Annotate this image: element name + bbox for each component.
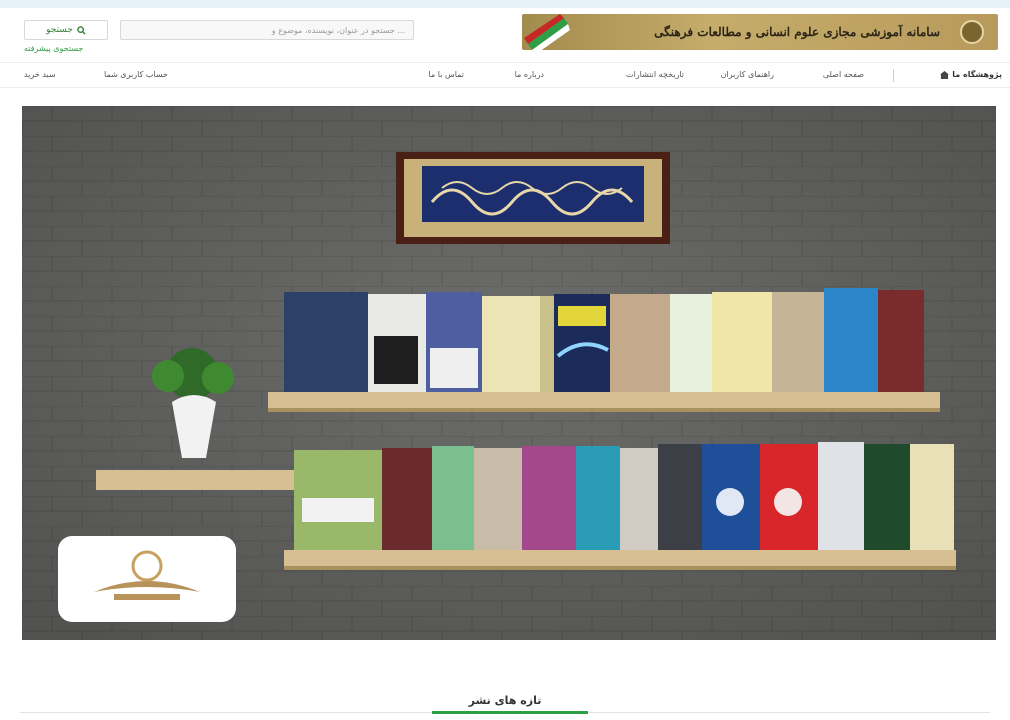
nav-item-account[interactable]: حساب کاربری شما (104, 70, 168, 79)
emblem-icon (960, 20, 984, 44)
iran-flag-icon (524, 14, 570, 50)
lower-bookshelf (284, 442, 956, 570)
nav-item-about[interactable]: درباره ما (515, 70, 544, 79)
site-banner[interactable]: سامانه آموزشی مجازی علوم انسانی و مطالعا… (522, 14, 998, 50)
page: سامانه آموزشی مجازی علوم انسانی و مطالعا… (0, 0, 1010, 720)
nav-item-contact[interactable]: تماس با ما (428, 70, 464, 79)
nav-item-home[interactable]: صفحه اصلی (823, 70, 864, 79)
hero-slider-image[interactable] (22, 106, 996, 640)
nav-divider (893, 69, 894, 82)
nav-item-cart[interactable]: سبد خرید (24, 70, 56, 79)
search-icon (77, 25, 86, 35)
search-input[interactable]: جستجو در عنوان، نویسنده، موضوع و ... (120, 20, 414, 40)
publisher-logo (58, 536, 236, 622)
nav-item-user-guide[interactable]: راهنمای کاربران (721, 70, 774, 79)
search-button-label: جستجو (46, 25, 73, 35)
banner-title: سامانه آموزشی مجازی علوم انسانی و مطالعا… (654, 25, 940, 39)
upper-bookshelf (268, 288, 940, 412)
main-nav: پژوهشگاه ما صفحه اصلی راهنمای کاربران تا… (0, 62, 1010, 88)
nav-item-history[interactable]: تاریخچه انتشارات (626, 70, 684, 79)
advanced-search-link[interactable]: جستجوی پیشرفته (24, 44, 83, 53)
home-icon (940, 70, 950, 79)
search-button[interactable]: جستجو (24, 20, 108, 40)
section-accent-bar (432, 711, 588, 714)
site-header: سامانه آموزشی مجازی علوم انسانی و مطالعا… (0, 8, 1010, 60)
nav-item-institute[interactable]: پژوهشگاه ما (940, 70, 1002, 79)
calligraphy-frame (396, 152, 670, 244)
browser-top-strip (0, 0, 1010, 8)
new-publications-heading: تازه های نشر (468, 694, 542, 707)
